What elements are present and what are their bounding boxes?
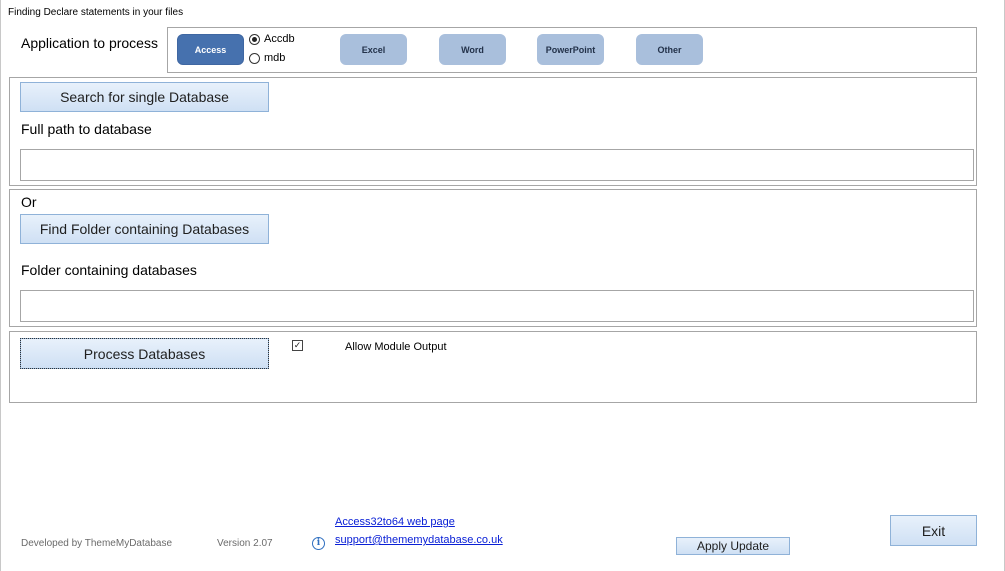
apply-update-button[interactable]: Apply Update xyxy=(676,537,790,555)
mdb-radio-option[interactable]: mdb xyxy=(249,52,285,64)
window-title: Finding Declare statements in your files xyxy=(8,7,184,18)
accdb-radio-option[interactable]: Accdb xyxy=(249,33,295,45)
search-single-database-button[interactable]: Search for single Database xyxy=(20,82,269,112)
application-frame: Access Accdb mdb Excel Word PowerPoint O… xyxy=(167,27,977,73)
exit-button[interactable]: Exit xyxy=(890,515,977,546)
find-folder-button[interactable]: Find Folder containing Databases xyxy=(20,214,269,244)
process-databases-button[interactable]: Process Databases xyxy=(20,338,269,369)
access-button[interactable]: Access xyxy=(177,34,244,65)
info-icon[interactable]: i xyxy=(312,537,325,550)
mdb-label: mdb xyxy=(264,52,286,64)
mdb-radio[interactable] xyxy=(249,52,260,64)
developed-by-text: Developed by ThemeMyDatabase xyxy=(21,538,173,549)
other-button[interactable]: Other xyxy=(636,34,703,65)
word-button[interactable]: Word xyxy=(439,34,506,65)
allow-module-output-checkbox[interactable]: ✓ xyxy=(292,340,303,351)
powerpoint-button[interactable]: PowerPoint xyxy=(537,34,604,65)
support-email-link[interactable]: support@thememydatabase.co.uk xyxy=(335,534,503,546)
or-label: Or xyxy=(21,194,37,210)
version-text: Version 2.07 xyxy=(217,538,273,549)
application-label: Application to process xyxy=(21,35,158,51)
folder-label: Folder containing databases xyxy=(21,262,197,278)
accdb-label: Accdb xyxy=(264,33,295,45)
full-path-input[interactable] xyxy=(20,149,974,181)
folder-input[interactable] xyxy=(20,290,974,322)
web-page-link[interactable]: Access32to64 web page xyxy=(335,516,455,528)
accdb-radio[interactable] xyxy=(249,33,260,45)
allow-module-output-label: Allow Module Output xyxy=(345,341,447,353)
excel-button[interactable]: Excel xyxy=(340,34,407,65)
full-path-label: Full path to database xyxy=(21,121,152,137)
